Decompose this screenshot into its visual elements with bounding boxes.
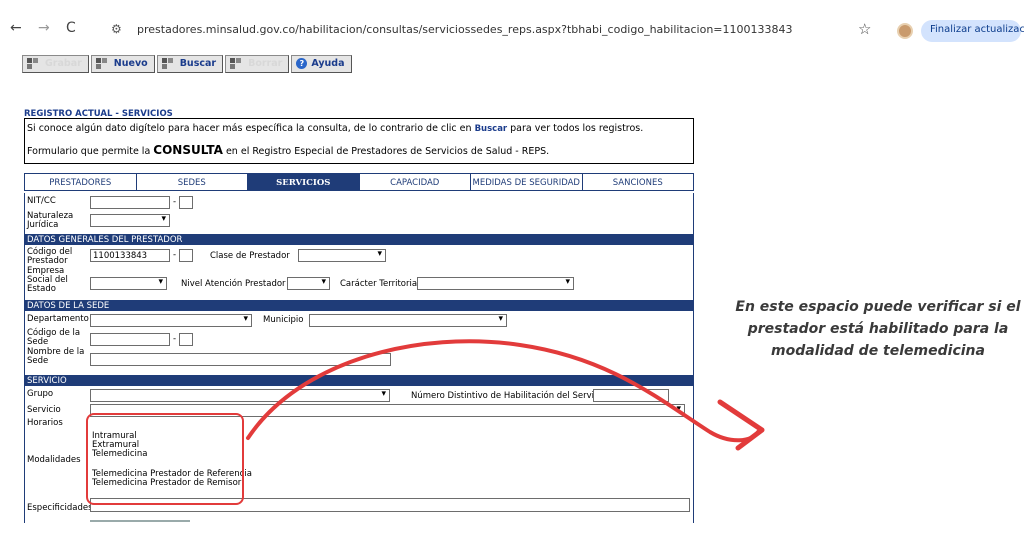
annotation-arrow	[246, 339, 765, 451]
annotation-note: En este espacio puede verificar si el pr…	[735, 299, 1021, 359]
